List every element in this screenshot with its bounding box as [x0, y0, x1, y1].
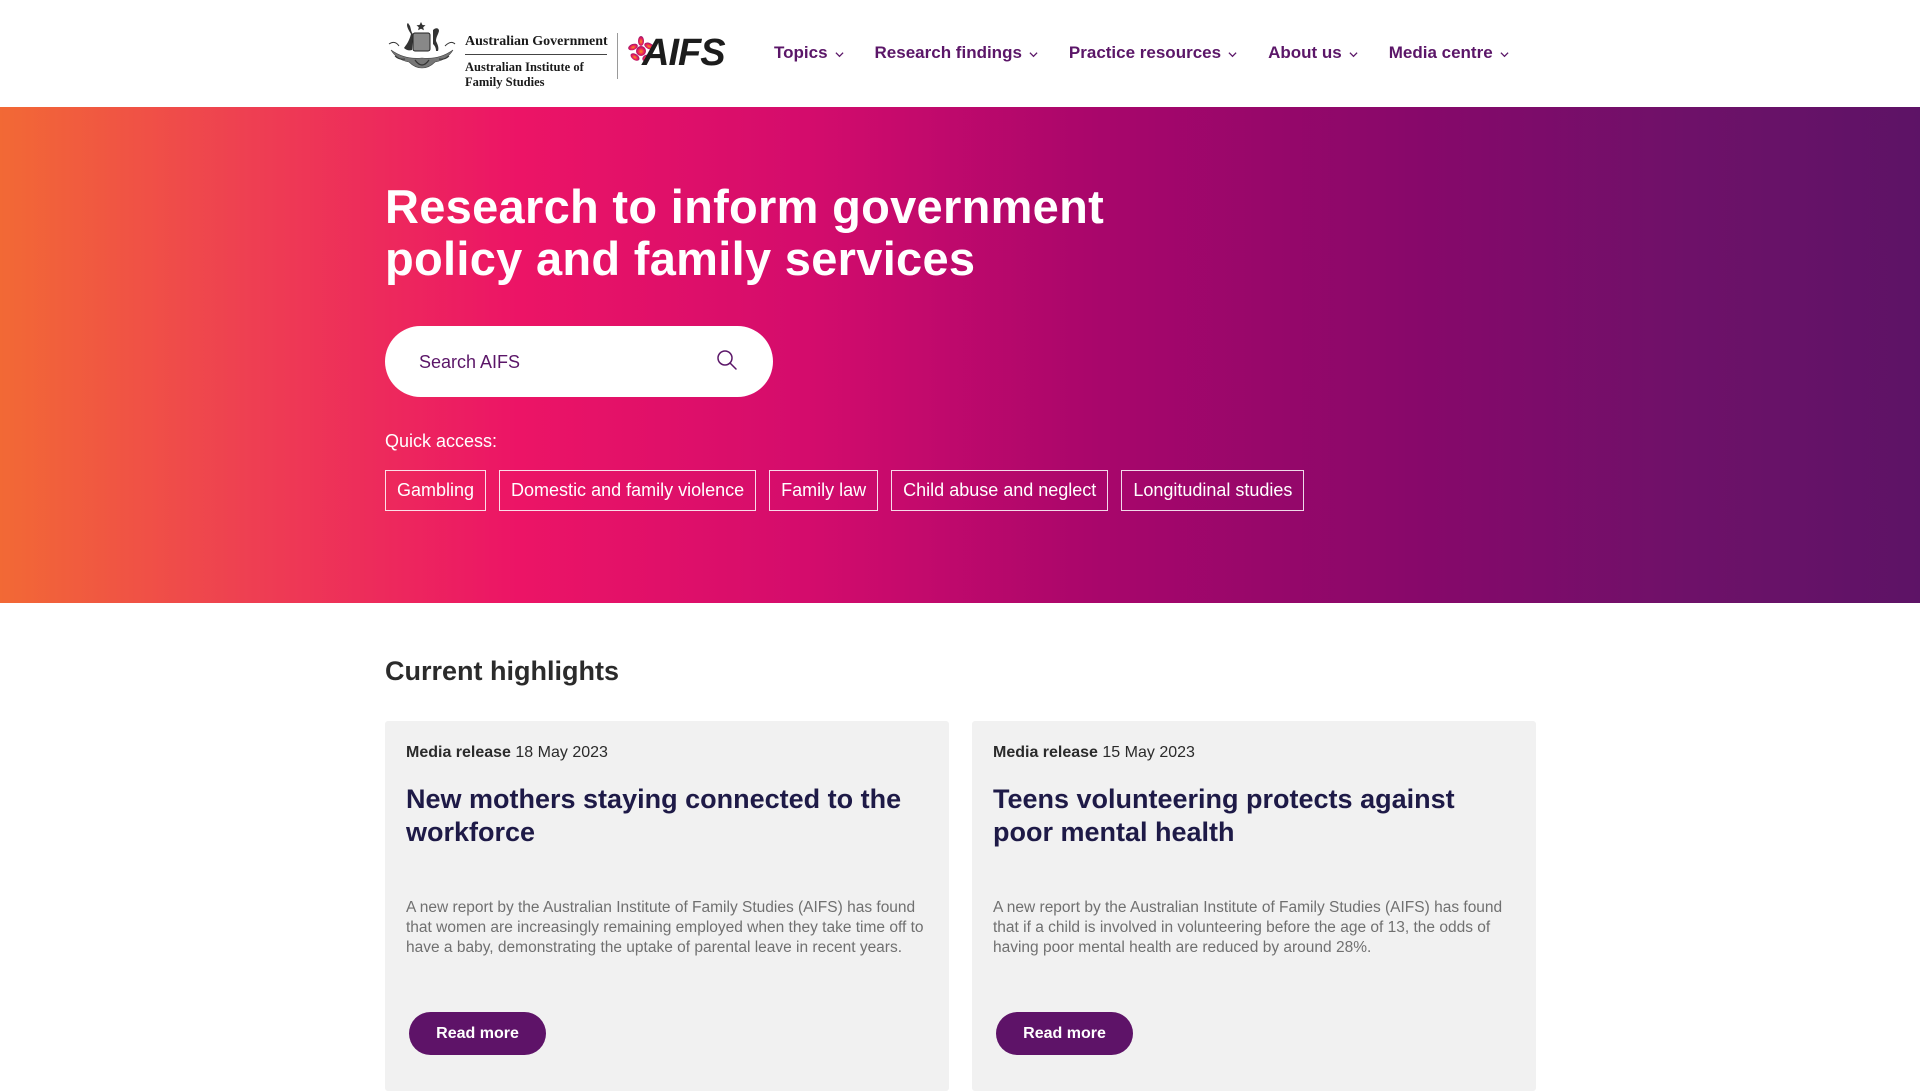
nav-item-label: Practice resources [1068, 43, 1222, 62]
highlight-card: Media release 15 May 2023 Teens voluntee… [972, 721, 1536, 1091]
card-meta: Media release 18 May 2023 [406, 744, 608, 762]
read-more-button[interactable]: Read more [409, 1012, 546, 1055]
card-summary: A new report by the Australian Institute… [993, 899, 1503, 956]
australian-government-logo[interactable]: Australian Government Australian Institu… [385, 20, 608, 90]
nav-item-practice-resources[interactable]: Practice resources [1069, 40, 1237, 66]
highlight-card: Media release 18 May 2023 New mothers st… [385, 721, 949, 1091]
site-header: Australian Government Australian Institu… [0, 0, 1920, 107]
nav-item-research-findings[interactable]: Research findings [875, 40, 1038, 66]
quick-link-family-law[interactable]: Family law [769, 470, 879, 511]
card-title[interactable]: Teens volunteering protects against poor… [993, 783, 1513, 849]
aifs-logo-text: AIFS [642, 32, 726, 74]
nav-item-about-us[interactable]: About us [1268, 40, 1358, 66]
card-type: Media release [406, 744, 511, 761]
nav-item-label: Topics [774, 43, 828, 62]
chevron-down-icon [1029, 52, 1038, 58]
card-date: 18 May 2023 [515, 744, 608, 761]
current-highlights-heading: Current highlights [385, 656, 619, 686]
nav-item-label: Research findings [874, 43, 1022, 62]
chevron-down-icon [834, 52, 844, 58]
coat-of-arms-icon [388, 22, 456, 69]
gov-logo-text: Australian Government Australian Institu… [465, 34, 608, 90]
search-icon [717, 350, 737, 370]
chevron-down-icon [1500, 52, 1509, 58]
read-more-button[interactable]: Read more [996, 1012, 1133, 1055]
search-button[interactable] [715, 348, 741, 374]
quick-link-longitudinal-studies[interactable]: Longitudinal studies [1121, 470, 1305, 511]
gov-logo-line1: Australian Government [465, 34, 608, 55]
gov-logo-agency-line2: Family Studies [465, 75, 545, 89]
quick-access-links: Gambling Domestic and family violence Fa… [385, 470, 1317, 511]
search-box [385, 326, 773, 397]
chevron-down-icon [1228, 52, 1237, 58]
card-date: 15 May 2023 [1102, 744, 1195, 761]
nav-item-media-centre[interactable]: Media centre [1389, 40, 1509, 66]
quick-link-gambling[interactable]: Gambling [385, 470, 487, 511]
nav-item-topics[interactable]: Topics [774, 40, 844, 66]
quick-link-child-abuse-neglect[interactable]: Child abuse and neglect [891, 470, 1109, 511]
hero-title-line1: Research to inform government [385, 180, 1105, 233]
card-meta: Media release 15 May 2023 [993, 744, 1195, 762]
quick-link-domestic-family-violence[interactable]: Domestic and family violence [499, 470, 757, 511]
quick-access-label: Quick access: [385, 431, 498, 451]
search-input[interactable] [419, 348, 699, 376]
gov-logo-agency-line1: Australian Institute of [465, 60, 584, 74]
hero-title-line2: policy and family services [385, 232, 976, 285]
card-title[interactable]: New mothers staying connected to the wor… [406, 783, 926, 849]
card-type: Media release [993, 744, 1098, 761]
gov-logo-line2: Australian Institute of Family Studies [465, 60, 607, 90]
chevron-down-icon [1349, 52, 1358, 58]
logo-divider [617, 33, 618, 79]
nav-item-label: Media centre [1388, 43, 1493, 62]
main-nav: Topics Research findings Practice resour… [774, 40, 1540, 66]
aifs-logo[interactable]: AIFS [628, 32, 748, 74]
nav-item-label: About us [1268, 43, 1342, 62]
hero-title: Research to inform government policy and… [385, 181, 1185, 285]
card-summary: A new report by the Australian Institute… [406, 899, 924, 956]
hero-banner: Research to inform government policy and… [0, 107, 1920, 603]
